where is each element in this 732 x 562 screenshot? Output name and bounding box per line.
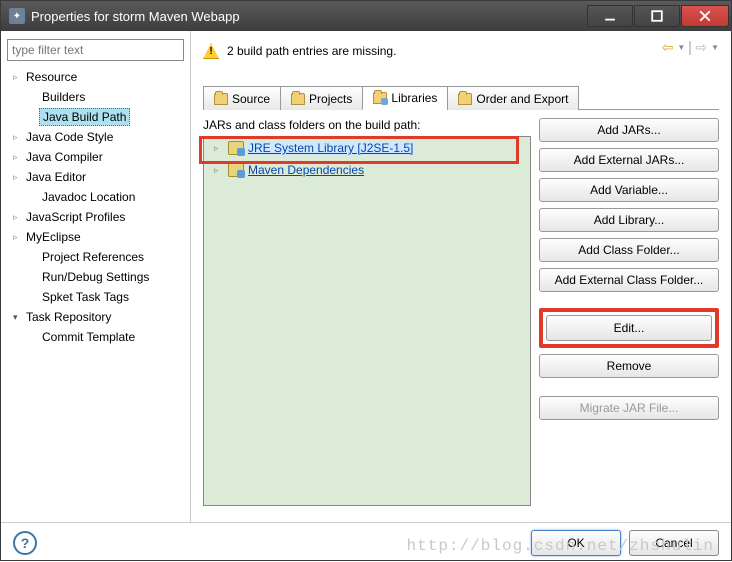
library-icon xyxy=(228,163,244,177)
tab-label: Source xyxy=(232,92,270,106)
add-class-folder-button[interactable]: Add Class Folder... xyxy=(539,238,719,262)
category-label: Task Repository xyxy=(23,309,114,325)
category-item[interactable]: ▹Java Code Style xyxy=(7,127,184,147)
warning-row: ! 2 build path entries are missing. xyxy=(203,39,719,63)
close-button[interactable] xyxy=(681,5,729,27)
warning-text: 2 build path entries are missing. xyxy=(227,44,396,58)
arrow-collapsed-icon: ▹ xyxy=(13,172,23,183)
tab-label: Order and Export xyxy=(476,92,568,106)
category-label: Java Compiler xyxy=(23,149,106,165)
library-row[interactable]: ▹ Maven Dependencies xyxy=(204,159,530,181)
category-item[interactable]: ▹Java Compiler xyxy=(7,147,184,167)
arrow-collapsed-icon: ▹ xyxy=(214,165,224,176)
cancel-button[interactable]: Cancel xyxy=(629,530,719,556)
library-icon xyxy=(228,141,244,155)
help-button[interactable]: ? xyxy=(13,531,37,555)
dialog-button-bar: ? OK Cancel xyxy=(1,522,731,562)
category-item[interactable]: ▹JavaScript Profiles xyxy=(7,207,184,227)
add-library-button[interactable]: Add Library... xyxy=(539,208,719,232)
main-panel: ! 2 build path entries are missing. ⇦ ▼ … xyxy=(191,31,731,522)
category-item[interactable]: Javadoc Location xyxy=(7,187,184,207)
tab-label: Libraries xyxy=(391,91,437,105)
panel-label: JARs and class folders on the build path… xyxy=(203,118,531,132)
category-label: Javadoc Location xyxy=(39,189,138,205)
title-bar: ✦ Properties for storm Maven Webapp xyxy=(1,1,731,31)
arrow-expanded-icon: ▾ xyxy=(13,312,23,323)
filter-input[interactable] xyxy=(7,39,184,61)
library-row[interactable]: ▹ JRE System Library [J2SE-1.5] xyxy=(204,137,530,159)
category-panel: ▹ResourceBuildersJava Build Path▹Java Co… xyxy=(1,31,191,522)
minimize-button[interactable] xyxy=(587,5,633,27)
add-jars-button[interactable]: Add JARs... xyxy=(539,118,719,142)
add-external-class-folder-button[interactable]: Add External Class Folder... xyxy=(539,268,719,292)
window-title: Properties for storm Maven Webapp xyxy=(31,9,586,24)
libraries-panel: JARs and class folders on the build path… xyxy=(203,118,531,520)
category-item[interactable]: ▾Task Repository xyxy=(7,307,184,327)
remove-button[interactable]: Remove xyxy=(539,354,719,378)
nav-separator xyxy=(689,41,691,55)
category-label: Run/Debug Settings xyxy=(39,269,152,285)
nav-row: ⇦ ▼ ⇨ ▼ xyxy=(662,39,719,56)
forward-icon[interactable]: ⇨ xyxy=(695,39,707,56)
category-tree[interactable]: ▹ResourceBuildersJava Build Path▹Java Co… xyxy=(7,67,184,514)
category-item[interactable]: ▹Java Editor xyxy=(7,167,184,187)
category-label: Java Build Path xyxy=(39,108,130,126)
back-icon[interactable]: ⇦ xyxy=(662,39,674,56)
category-label: Java Code Style xyxy=(23,129,116,145)
category-item[interactable]: Java Build Path xyxy=(7,107,184,127)
category-label: Spket Task Tags xyxy=(39,289,132,305)
folder-icon xyxy=(214,93,228,105)
library-label: Maven Dependencies xyxy=(248,163,364,177)
warning-icon: ! xyxy=(203,43,219,59)
arrow-collapsed-icon: ▹ xyxy=(13,132,23,143)
category-label: JavaScript Profiles xyxy=(23,209,128,225)
highlight-box-edit: Edit... xyxy=(539,308,719,348)
tab-label: Projects xyxy=(309,92,352,106)
arrow-collapsed-icon: ▹ xyxy=(13,152,23,163)
tab-libraries[interactable]: Libraries xyxy=(362,86,448,110)
forward-dropdown-icon[interactable]: ▼ xyxy=(711,43,719,52)
category-item[interactable]: ▹MyEclipse xyxy=(7,227,184,247)
folder-icon xyxy=(373,92,387,104)
category-label: Commit Template xyxy=(39,329,138,345)
migrate-jar-button: Migrate JAR File... xyxy=(539,396,719,420)
tab-source[interactable]: Source xyxy=(203,86,281,110)
arrow-collapsed-icon: ▹ xyxy=(13,72,23,83)
category-item[interactable]: Spket Task Tags xyxy=(7,287,184,307)
folder-icon xyxy=(291,93,305,105)
category-item[interactable]: Builders xyxy=(7,87,184,107)
window-controls xyxy=(586,5,729,27)
tab-order-and-export[interactable]: Order and Export xyxy=(447,86,579,110)
edit-button[interactable]: Edit... xyxy=(546,315,712,341)
maximize-button[interactable] xyxy=(634,5,680,27)
add-variable-button[interactable]: Add Variable... xyxy=(539,178,719,202)
category-item[interactable]: Project References xyxy=(7,247,184,267)
ok-button[interactable]: OK xyxy=(531,530,621,556)
arrow-collapsed-icon: ▹ xyxy=(13,212,23,223)
library-label: JRE System Library [J2SE-1.5] xyxy=(248,141,413,155)
folder-icon xyxy=(458,93,472,105)
category-label: Java Editor xyxy=(23,169,89,185)
category-item[interactable]: Run/Debug Settings xyxy=(7,267,184,287)
add-external-jars-button[interactable]: Add External JARs... xyxy=(539,148,719,172)
tab-bar: Source Projects Libraries Order and Export xyxy=(203,85,719,110)
arrow-collapsed-icon: ▹ xyxy=(13,232,23,243)
back-dropdown-icon[interactable]: ▼ xyxy=(677,43,685,52)
category-label: Project References xyxy=(39,249,147,265)
app-icon: ✦ xyxy=(9,8,25,24)
category-label: Resource xyxy=(23,69,80,85)
library-tree[interactable]: ▹ JRE System Library [J2SE-1.5] ▹ Maven Dep… xyxy=(203,136,531,506)
arrow-collapsed-icon: ▹ xyxy=(214,143,224,154)
tab-projects[interactable]: Projects xyxy=(280,86,363,110)
category-label: MyEclipse xyxy=(23,229,84,245)
button-column: Add JARs... Add External JARs... Add Var… xyxy=(539,118,719,520)
category-label: Builders xyxy=(39,89,88,105)
category-item[interactable]: ▹Resource xyxy=(7,67,184,87)
category-item[interactable]: Commit Template xyxy=(7,327,184,347)
